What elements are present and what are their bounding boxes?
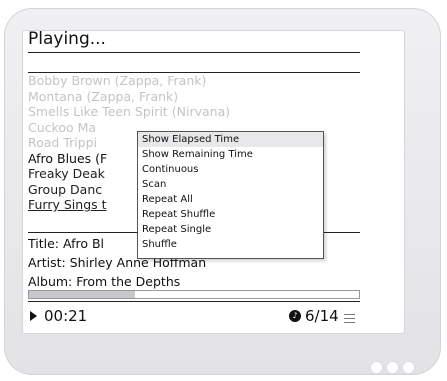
track-album: Album: From the Depths bbox=[28, 274, 181, 289]
page-title: Playing... bbox=[28, 29, 106, 49]
playlist-item[interactable]: Montana (Zappa, Frank) bbox=[28, 89, 360, 105]
progress-fill bbox=[29, 291, 135, 298]
page-dot[interactable] bbox=[387, 362, 398, 373]
menu-item-repeat-shuffle[interactable]: Repeat Shuffle bbox=[138, 207, 323, 222]
page-dot[interactable] bbox=[371, 362, 382, 373]
track-number-icon: ♪ bbox=[289, 310, 301, 322]
divider bbox=[28, 52, 360, 53]
page-dot[interactable] bbox=[403, 362, 414, 373]
elapsed-time: 00:21 bbox=[44, 307, 88, 325]
menu-item-show-remaining-time[interactable]: Show Remaining Time bbox=[138, 147, 323, 162]
divider bbox=[28, 301, 360, 302]
status-bar: 00:21 ♪ 6/14 bbox=[28, 306, 360, 328]
menu-item-scan[interactable]: Scan bbox=[138, 177, 323, 192]
menu-item-shuffle[interactable]: Shuffle bbox=[138, 237, 323, 252]
playlist-item[interactable]: Smells Like Teen Spirit (Nirvana) bbox=[28, 104, 360, 120]
play-icon[interactable] bbox=[30, 311, 37, 321]
menu-item-continuous[interactable]: Continuous bbox=[138, 162, 323, 177]
playlist-icon[interactable] bbox=[344, 314, 355, 323]
track-position: 6/14 bbox=[305, 307, 339, 325]
playlist-item[interactable]: Bobby Brown (Zappa, Frank) bbox=[28, 73, 360, 89]
menu-item-show-elapsed-time[interactable]: Show Elapsed Time bbox=[138, 132, 323, 147]
menu-item-repeat-single[interactable]: Repeat Single bbox=[138, 222, 323, 237]
progress-bar[interactable] bbox=[28, 290, 360, 299]
menu-item-repeat-all[interactable]: Repeat All bbox=[138, 192, 323, 207]
context-menu: Show Elapsed Time Show Remaining Time Co… bbox=[137, 131, 324, 259]
